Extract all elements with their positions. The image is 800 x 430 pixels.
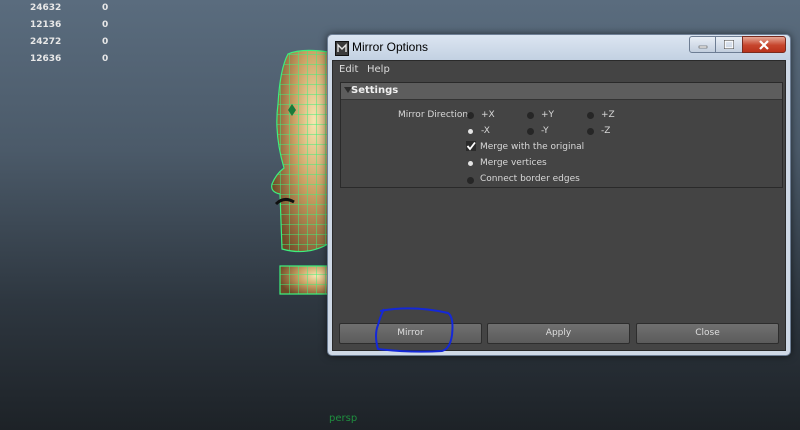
caption-buttons [689, 36, 786, 54]
radio-minus-z-label: -Z [601, 126, 611, 136]
close-button[interactable]: Close [636, 323, 779, 344]
minimize-button[interactable] [689, 36, 716, 53]
menu-help[interactable]: Help [367, 64, 390, 75]
radio-minus-x[interactable] [468, 129, 473, 134]
menu-bar: Edit Help [333, 61, 785, 79]
hud-value: 0 [102, 20, 109, 30]
checkmark-icon [466, 141, 476, 151]
annotation-circle [372, 305, 458, 360]
minimize-icon [690, 37, 715, 52]
camera-label: persp [329, 413, 358, 424]
maximize-button[interactable] [716, 36, 742, 53]
hud-value: 0 [102, 37, 109, 47]
settings-section: Settings Mirror Direction: +X +Y +Z -X -… [340, 82, 783, 188]
radio-plus-z-label: +Z [601, 110, 615, 120]
close-icon [743, 37, 785, 52]
radio-connect-border-edges[interactable] [467, 177, 474, 184]
settings-title: Settings [351, 85, 399, 96]
mirror-direction-label: Mirror Direction: [398, 110, 472, 120]
hud-value: 0 [102, 54, 109, 64]
hud-value: 12136 [30, 20, 62, 30]
hud-value: 12636 [30, 54, 62, 64]
radio-plus-z[interactable] [587, 112, 594, 119]
merge-with-original-checkbox[interactable] [466, 141, 476, 151]
radio-minus-x-label: -X [481, 126, 490, 136]
window-title: Mirror Options [352, 40, 429, 54]
merge-vertices-label: Merge vertices [480, 158, 547, 168]
apply-button[interactable]: Apply [487, 323, 630, 344]
maya-app-icon [335, 41, 349, 56]
merge-with-original-label: Merge with the original [480, 142, 585, 152]
maximize-icon [716, 37, 742, 52]
radio-plus-x[interactable] [467, 112, 474, 119]
hud-value: 24632 [30, 3, 62, 13]
radio-plus-y-label: +Y [541, 110, 555, 120]
radio-minus-y[interactable] [527, 128, 534, 135]
radio-plus-x-label: +X [481, 110, 495, 120]
close-window-button[interactable] [742, 36, 786, 53]
hud-value: 24272 [30, 37, 62, 47]
connect-border-edges-label: Connect border edges [480, 174, 580, 184]
settings-header[interactable]: Settings [341, 83, 782, 100]
menu-edit[interactable]: Edit [339, 64, 358, 75]
radio-minus-y-label: -Y [541, 126, 549, 136]
radio-merge-vertices[interactable] [468, 161, 473, 166]
radio-plus-y[interactable] [527, 112, 534, 119]
hud-value: 0 [102, 3, 109, 13]
radio-minus-z[interactable] [587, 128, 594, 135]
title-bar[interactable]: Mirror Options [328, 35, 790, 60]
